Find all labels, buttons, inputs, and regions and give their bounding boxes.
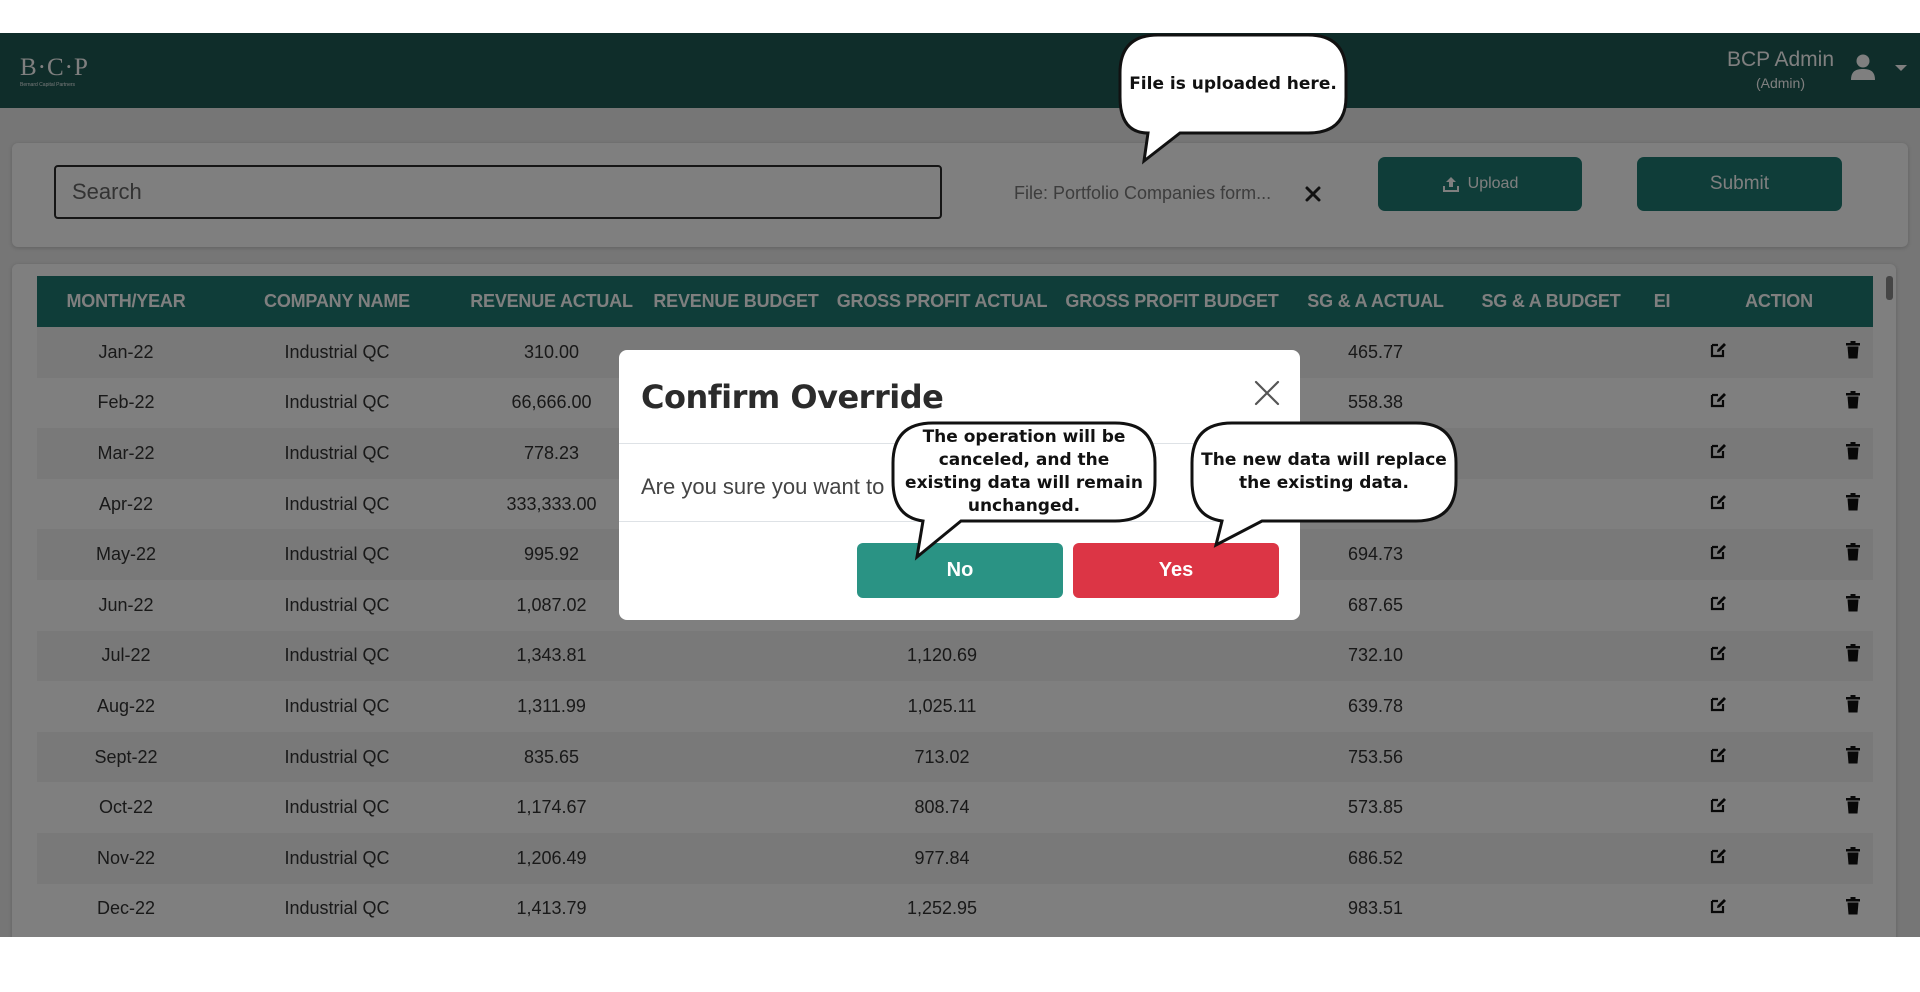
yes-callout-text: The new data will replace the existing d… — [1201, 450, 1447, 493]
close-icon[interactable] — [1252, 378, 1282, 408]
app-screen: B·C·P Bernard Capital Partners BCP Admin… — [0, 33, 1920, 937]
no-callout-text: The operation will be canceled, and the … — [905, 427, 1143, 516]
modal-title: Confirm Override — [641, 378, 944, 416]
upload-callout: File is uploaded here. — [1118, 33, 1348, 165]
upload-callout-text: File is uploaded here. — [1129, 73, 1337, 94]
modal-message: Are you sure you want to — [641, 474, 885, 499]
no-callout: The operation will be canceled, and the … — [891, 421, 1157, 561]
yes-callout: The new data will replace the existing d… — [1190, 421, 1458, 548]
